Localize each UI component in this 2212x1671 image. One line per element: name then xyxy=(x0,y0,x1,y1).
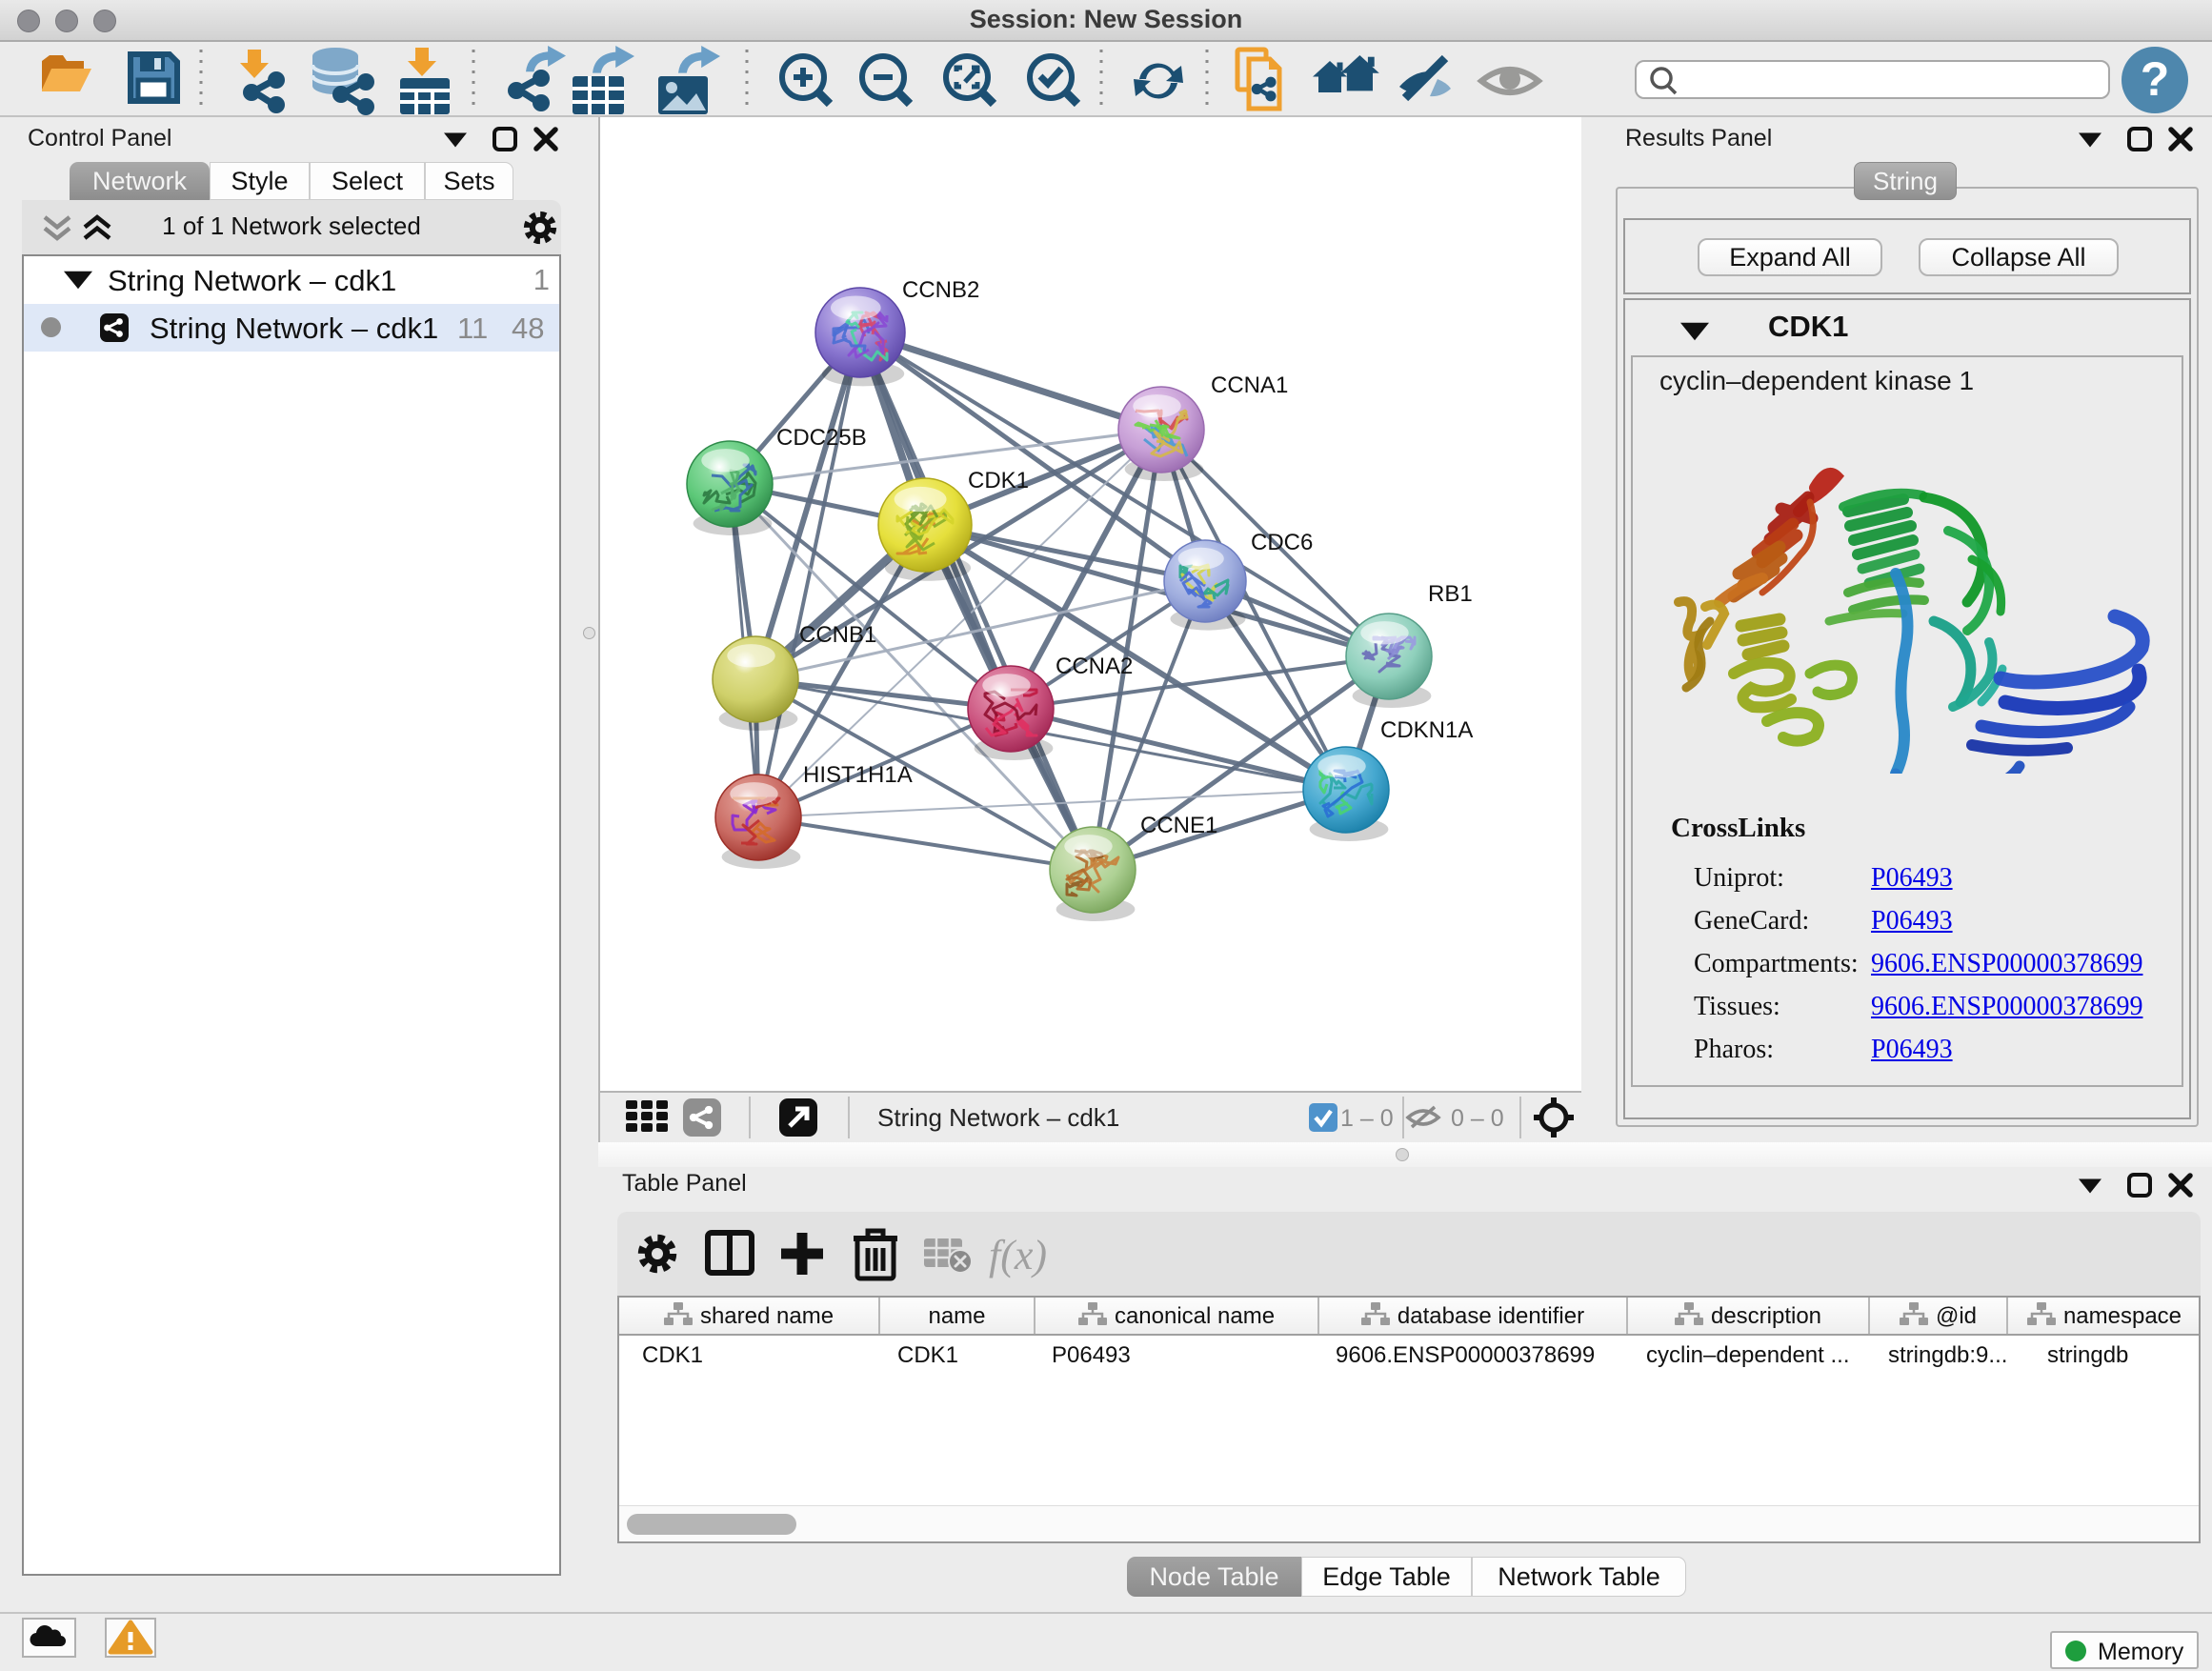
svg-text:CCNA2: CCNA2 xyxy=(1056,654,1133,679)
svg-text:CDKN1A: CDKN1A xyxy=(1380,717,1473,743)
svg-text:CDC25B: CDC25B xyxy=(776,425,867,451)
svg-text:?: ? xyxy=(2141,52,2170,106)
svg-text:f(x): f(x) xyxy=(989,1232,1047,1278)
svg-text:0 – 0: 0 – 0 xyxy=(1451,1105,1504,1132)
svg-text:String Network – cdk1: String Network – cdk1 xyxy=(877,1103,1119,1132)
svg-text:RB1: RB1 xyxy=(1428,581,1473,607)
svg-text:CCNE1: CCNE1 xyxy=(1140,813,1217,838)
svg-text:1 – 0: 1 – 0 xyxy=(1340,1105,1394,1132)
svg-text:CDC6: CDC6 xyxy=(1251,530,1313,555)
svg-text:CCNA1: CCNA1 xyxy=(1211,372,1288,398)
svg-text:CCNB1: CCNB1 xyxy=(799,622,876,648)
svg-text:CCNB2: CCNB2 xyxy=(902,277,979,303)
svg-text:CDK1: CDK1 xyxy=(968,468,1029,493)
svg-text:HIST1H1A: HIST1H1A xyxy=(803,762,913,788)
